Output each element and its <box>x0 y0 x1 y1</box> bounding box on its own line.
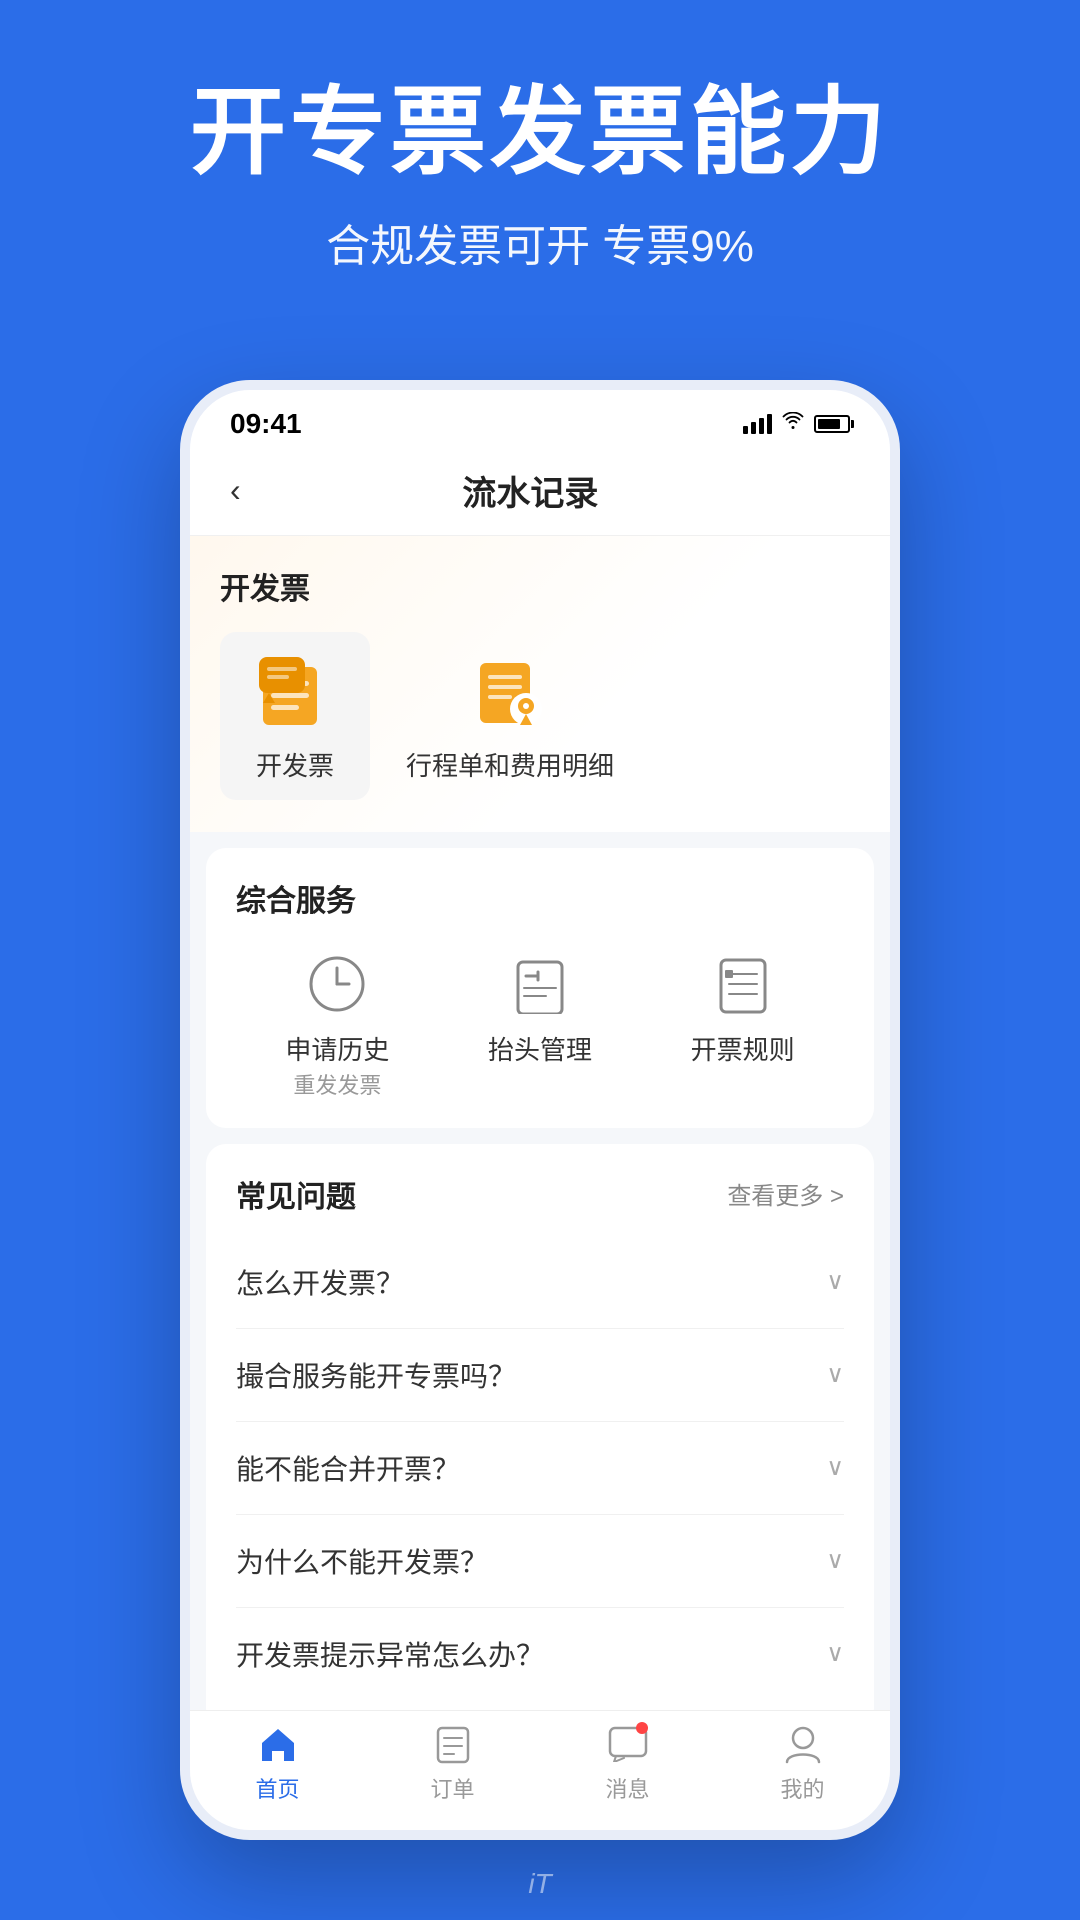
faq-chevron-3: ∨ <box>826 1546 844 1575</box>
faq-chevron-1: ∨ <box>826 1360 844 1389</box>
hero-section: 开专票发票能力 合规发票可开 专票9% <box>0 0 1080 274</box>
faq-question-3: 为什么不能开发票？ <box>236 1541 488 1581</box>
nav-title: 流水记录 <box>261 466 800 515</box>
tab-item-home[interactable]: 首页 <box>190 1722 365 1804</box>
open-invoice-icon <box>250 648 340 738</box>
service-item-rules[interactable]: 开票规则 <box>641 944 844 1100</box>
signal-icon <box>743 414 772 434</box>
faq-title: 常见问题 <box>236 1172 356 1216</box>
faq-item-1[interactable]: 撮合服务能开专票吗？ ∨ <box>236 1329 844 1422</box>
service-grid: 申请历史 重发发票 <box>236 944 844 1100</box>
faq-item-2[interactable]: 能不能合并开票？ ∨ <box>236 1422 844 1515</box>
faq-chevron-4: ∨ <box>826 1639 844 1668</box>
invoice-items: 开发票 <box>220 632 860 800</box>
nav-bar: ‹ 流水记录 <box>190 450 890 536</box>
status-bar: 09:41 <box>190 390 890 450</box>
message-icon <box>606 1722 650 1766</box>
invoice-item-trip-label: 行程单和费用明细 <box>406 750 614 784</box>
faq-header: 常见问题 查看更多 > <box>236 1172 844 1216</box>
invoice-section: 开发票 <box>190 536 890 832</box>
tab-item-order[interactable]: 订单 <box>365 1722 540 1804</box>
faq-more-button[interactable]: 查看更多 > <box>727 1176 844 1211</box>
tab-bar: 首页 订单 <box>190 1710 890 1830</box>
hero-title: 开专票发票能力 <box>0 80 1080 186</box>
invoice-item-open[interactable]: 开发票 <box>220 632 370 800</box>
faq-question-2: 能不能合并开票？ <box>236 1448 460 1488</box>
tab-item-profile[interactable]: 我的 <box>715 1722 890 1804</box>
hero-subtitle: 合规发票可开 专票9% <box>0 210 1080 274</box>
faq-item-0[interactable]: 怎么开发票？ ∨ <box>236 1236 844 1329</box>
service-header-label: 抬头管理 <box>488 1034 592 1068</box>
faq-question-4: 开发票提示异常怎么办？ <box>236 1634 544 1674</box>
phone-frame: 09:41 ‹ <box>180 380 900 1840</box>
faq-chevron-0: ∨ <box>826 1267 844 1296</box>
faq-item-4[interactable]: 开发票提示异常怎么办？ ∨ <box>236 1608 844 1700</box>
tab-label-profile: 我的 <box>780 1772 824 1804</box>
profile-icon <box>781 1722 825 1766</box>
bottom-label: iT <box>0 1868 1080 1920</box>
rules-icon <box>703 944 783 1024</box>
order-icon <box>431 1722 475 1766</box>
faq-section: 常见问题 查看更多 > 怎么开发票？ ∨ 撮合服务能开专票吗？ ∨ 能不能合并开… <box>206 1144 874 1728</box>
service-section: 综合服务 申请历史 重发发票 <box>206 848 874 1128</box>
faq-chevron-2: ∨ <box>826 1453 844 1482</box>
battery-icon <box>814 415 850 433</box>
wifi-icon <box>782 412 804 436</box>
faq-item-3[interactable]: 为什么不能开发票？ ∨ <box>236 1515 844 1608</box>
tab-item-message[interactable]: 消息 <box>540 1722 715 1804</box>
phone-mockup: 09:41 ‹ <box>180 380 900 1840</box>
history-icon <box>297 944 377 1024</box>
service-rules-label: 开票规则 <box>691 1034 795 1068</box>
tab-label-order: 订单 <box>430 1772 474 1804</box>
header-icon <box>500 944 580 1024</box>
tab-label-message: 消息 <box>605 1772 649 1804</box>
service-section-title: 综合服务 <box>236 876 844 920</box>
status-time: 09:41 <box>230 408 302 440</box>
invoice-item-open-label: 开发票 <box>256 750 334 784</box>
tab-label-home: 首页 <box>255 1772 299 1804</box>
faq-question-1: 撮合服务能开专票吗？ <box>236 1355 516 1395</box>
service-history-label: 申请历史 <box>285 1034 389 1068</box>
service-item-history[interactable]: 申请历史 重发发票 <box>236 944 439 1100</box>
faq-question-0: 怎么开发票？ <box>236 1262 404 1302</box>
message-badge <box>636 1722 648 1734</box>
home-icon <box>256 1722 300 1766</box>
trip-invoice-icon <box>465 648 555 738</box>
invoice-section-title: 开发票 <box>220 564 860 608</box>
content-area: 开发票 <box>190 536 890 1796</box>
invoice-item-trip[interactable]: 行程单和费用明细 <box>390 632 630 800</box>
service-item-header[interactable]: 抬头管理 <box>439 944 642 1100</box>
back-button[interactable]: ‹ <box>230 472 261 509</box>
service-history-sublabel: 重发发票 <box>293 1068 381 1100</box>
status-icons <box>743 412 850 436</box>
